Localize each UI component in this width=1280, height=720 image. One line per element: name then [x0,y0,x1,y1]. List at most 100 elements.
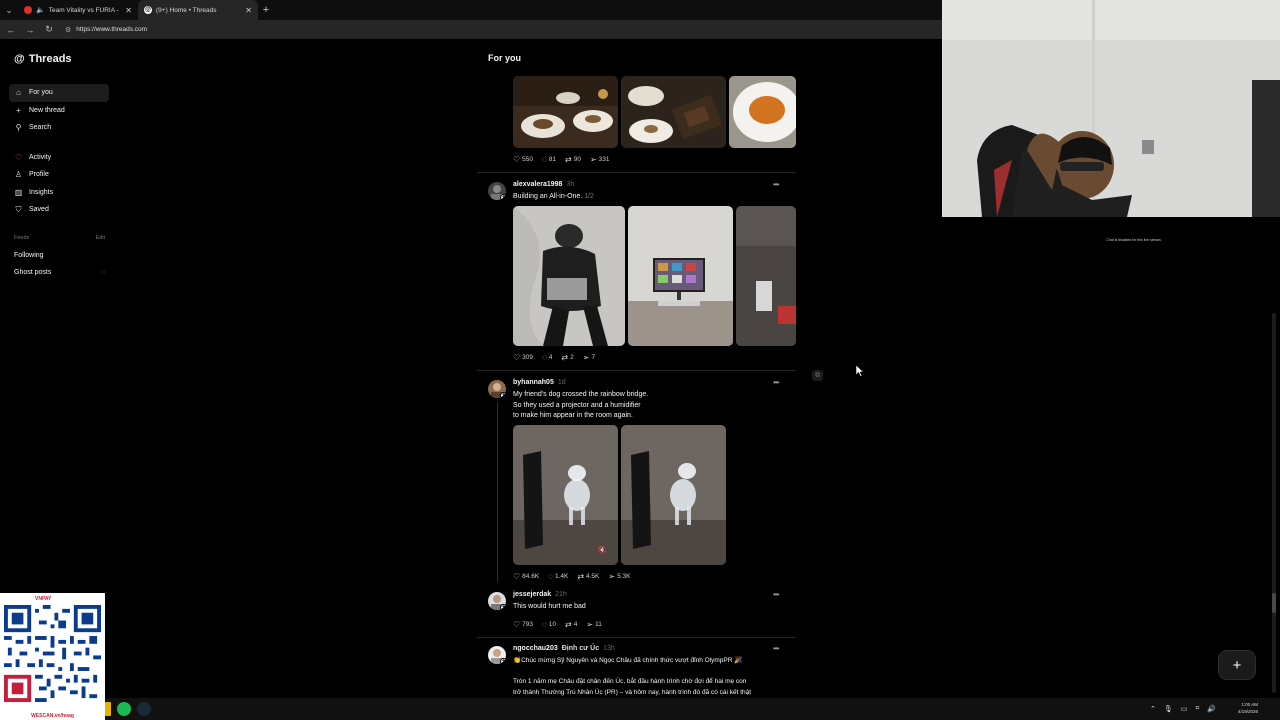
volume-icon[interactable]: 🔊 [1207,705,1216,713]
follow-plus-icon[interactable]: + [500,604,506,610]
spotify-app-icon[interactable] [117,702,131,716]
forward-icon[interactable]: → [25,25,35,35]
sidebar-item-saved[interactable]: ⛉ Saved [9,201,109,219]
tab-vitality-furia[interactable]: 🔈 Team Vitality vs FURIA - IEM R ✕ [18,0,138,20]
threads-brand[interactable]: @ Threads [14,53,72,65]
reply-button[interactable]: ◌ 4 [542,353,552,362]
share-icon: ➢ [608,572,616,581]
network-icon[interactable]: ⌗ [1195,705,1199,713]
chart-icon: ▥ [14,187,23,197]
clock[interactable]: 1:00 AM 4/19/2026 [1238,701,1258,715]
post-video[interactable] [621,425,726,565]
more-options-icon[interactable]: ••• [773,644,779,653]
avatar[interactable]: + [488,182,506,200]
site-info-icon[interactable]: ⚙ [65,26,71,34]
home-icon: ⌂ [16,88,21,98]
topic-tag[interactable]: Định cư Úc [562,645,599,652]
muted-speaker-icon[interactable]: 🔇 [598,546,607,554]
repost-button[interactable]: ⇄ 2 [561,353,573,362]
feed-item-ghost-posts[interactable]: Ghost posts ◌ [14,269,105,276]
address-bar: ← → ↻ ⚙ https://www.threads.com [0,20,942,39]
microphone-icon[interactable]: 🎙 [1164,705,1173,713]
sidebar-item-activity[interactable]: ♡ Activity [9,149,109,167]
avatar[interactable]: + [488,380,506,398]
post-image[interactable] [513,76,618,148]
repost-button[interactable]: ⇄ 90 [565,155,581,164]
new-tab-button[interactable]: + [258,4,274,16]
system-tray: ⌃ 🎙 ▭ ⌗ 🔊 [1150,698,1216,720]
more-options-icon[interactable]: ••• [773,180,779,189]
post-image[interactable] [729,76,796,148]
sidebar-item-insights[interactable]: ▥ Insights [9,184,109,202]
clock-time: 1:00 AM [1241,702,1258,707]
follow-plus-icon[interactable]: + [500,392,506,398]
new-thread-fab-button[interactable]: + [1218,650,1256,680]
tab-threads-home[interactable]: @ (9+) Home • Threads ✕ [138,0,258,20]
reply-button[interactable]: ◌ 81 [542,155,556,164]
post-time: 13h [603,645,615,652]
more-options-icon[interactable]: ••• [773,378,779,387]
scrollbar[interactable] [1272,313,1276,693]
repost-button[interactable]: ⇄ 4 [565,620,577,629]
share-count: 7 [591,354,596,361]
post-text: This would hurt me bad [513,603,586,610]
follow-plus-icon[interactable]: + [500,658,506,664]
share-button[interactable]: ➢ 7 [583,353,595,362]
sidebar-item-for-you[interactable]: ⌂ For you [9,84,109,102]
close-tab-icon[interactable]: ✕ [125,6,132,15]
avatar[interactable]: + [488,646,506,664]
post-time: 3h [566,181,575,188]
reply-button[interactable]: ◌ 1.4K [548,572,568,581]
reply-count: 81 [548,156,557,163]
tray-chevron-icon[interactable]: ⌃ [1150,705,1156,713]
steam-app-icon[interactable] [137,702,151,716]
more-options-icon[interactable]: ••• [773,590,779,599]
share-icon: ➢ [586,620,594,629]
post-image[interactable] [513,206,625,346]
post-image[interactable] [621,76,726,148]
reload-icon[interactable]: ↻ [44,24,54,35]
post-image[interactable] [736,206,796,346]
share-button[interactable]: ➢ 5.3K [608,572,630,581]
comment-icon: ◌ [542,353,547,362]
share-count: 331 [598,156,610,163]
avatar[interactable]: + [488,592,506,610]
repost-button[interactable]: ⇄ 4.5K [577,572,599,581]
share-button[interactable]: ➢ 11 [586,620,601,629]
search-icon: ⚲ [15,123,22,133]
sidebar-item-new-thread[interactable]: + New thread [9,102,109,120]
image-hover-icon[interactable]: ⧉ [812,370,823,381]
share-button[interactable]: ➢ 331 [590,155,610,164]
comment-icon: ◌ [542,620,547,629]
like-button[interactable]: ♡ 84.6K [513,572,539,581]
sidebar-item-search[interactable]: ⚲ Search [9,119,109,137]
plus-icon: + [16,105,21,115]
speaker-icon[interactable]: 🔈 [36,6,45,14]
reply-button[interactable]: ◌ 10 [542,620,556,629]
sidebar-item-profile[interactable]: ♙ Profile [9,166,109,184]
post-time: 21h [555,591,567,598]
feed-item-following[interactable]: Following [14,252,105,259]
scrollbar-thumb[interactable] [1272,593,1276,613]
post-video[interactable]: 🔇 [513,425,618,565]
folder-app-icon[interactable] [105,702,111,716]
back-icon[interactable]: ← [6,25,16,35]
username[interactable]: ngocchau203 [513,645,558,652]
display-icon[interactable]: ▭ [1181,705,1188,713]
tab-list-dropdown[interactable]: ⌄ [0,0,18,20]
username[interactable]: jessejerdak [513,591,551,598]
feeds-edit-link[interactable]: Edit [96,235,105,241]
like-button[interactable]: ♡ 793 [513,620,533,629]
follow-plus-icon[interactable]: + [500,194,506,200]
like-button[interactable]: ♡ 550 [513,155,533,164]
share-count: 11 [595,621,602,628]
repost-count: 4 [573,621,578,628]
like-button[interactable]: ♡ 309 [513,353,533,362]
username[interactable]: byhannah05 [513,379,554,386]
url-field[interactable]: ⚙ https://www.threads.com [65,26,147,34]
close-tab-icon[interactable]: ✕ [245,6,252,15]
username[interactable]: alexvalera1998 [513,181,562,188]
post-image[interactable] [628,206,733,346]
chat-disabled-note: Chat is disabled for this live stream. [1106,238,1162,242]
post-time: 1d [557,379,566,386]
